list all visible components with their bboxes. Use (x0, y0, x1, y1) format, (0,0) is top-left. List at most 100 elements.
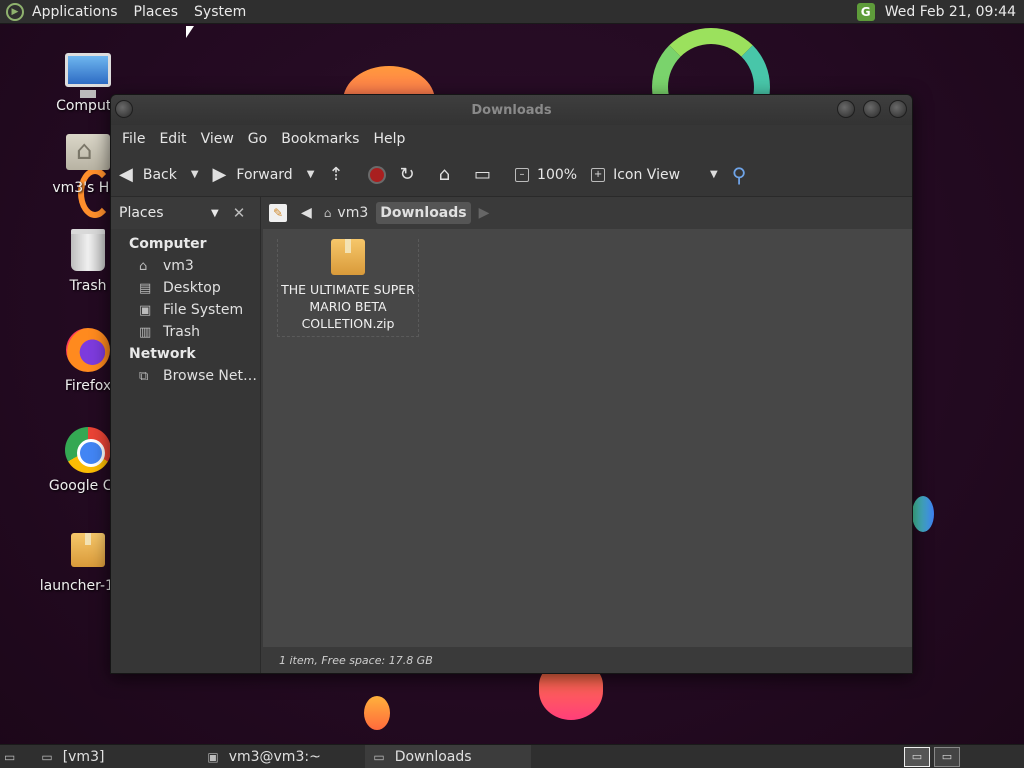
search-icon: ⚲ (731, 162, 747, 187)
window-menu-button[interactable] (115, 100, 133, 118)
forward-label: Forward (236, 166, 293, 183)
show-desktop-button[interactable]: ▭ (0, 745, 33, 768)
toolbar: ◀ Back ▼ ▶ Forward ▼ ⇡ ↻ ⌂ ▭ – 100% + Ic… (111, 153, 912, 197)
drive-icon: ▣ (139, 302, 152, 318)
trash-icon: ▥ (139, 324, 152, 340)
sidebar-item-label: Desktop (163, 280, 221, 296)
up-arrow-icon: ⇡ (328, 164, 344, 185)
view-mode-select[interactable]: + Icon View ▼ (591, 167, 718, 183)
maximize-button[interactable] (863, 100, 881, 118)
file-name-line: MARIO BETA (309, 299, 387, 314)
taskbar-item-terminal[interactable]: ▣ vm3@vm3:~ (199, 745, 365, 768)
stop-icon (367, 165, 386, 184)
reload-icon: ↻ (399, 164, 415, 185)
status-text: 1 item, Free space: 17.8 GB (279, 653, 433, 667)
menu-logo-icon[interactable]: ▶ (6, 2, 24, 21)
zoom-control: – 100% (515, 167, 577, 183)
computer-icon: ▭ (474, 164, 492, 185)
wallpaper-shape (364, 696, 390, 730)
menu-help[interactable]: Help (366, 131, 412, 147)
chevron-down-icon: ▼ (211, 207, 219, 219)
taskbar-item-label: vm3@vm3:~ (228, 748, 321, 765)
sidebar-item-label: Trash (163, 324, 200, 340)
applications-menu[interactable]: Applications (24, 4, 126, 20)
sidebar-heading-computer: Computer (129, 236, 207, 252)
back-history-dropdown-icon[interactable]: ▼ (191, 169, 199, 180)
bottom-panel: ▭ ▭ [vm3] ▣ vm3@vm3:~ ▭ Downloads ▭ ▭ (0, 744, 1024, 768)
workspace-1[interactable]: ▭ (904, 746, 930, 767)
zoom-level[interactable]: 100% (537, 167, 577, 183)
system-menu[interactable]: System (186, 4, 254, 20)
show-desktop-icon: ▭ (4, 749, 16, 764)
up-button[interactable]: ⇡ (328, 164, 353, 185)
computer-button[interactable]: ▭ (474, 164, 501, 185)
top-panel: ▶ Applications Places System G Wed Feb 2… (0, 0, 1024, 24)
back-button[interactable]: ◀ Back ▼ (119, 164, 199, 185)
places-sidebar: Computer ⌂ vm3 ▤ Desktop ▣ File System ▥… (111, 229, 261, 673)
reload-button[interactable]: ↻ (400, 164, 425, 185)
workspace-switcher: ▭ ▭ (900, 746, 1024, 767)
search-button[interactable]: ⚲ (732, 163, 747, 187)
trash-icon (64, 226, 112, 274)
file-item[interactable]: THE ULTIMATE SUPER MARIO BETA COLLETION.… (277, 239, 419, 337)
home-icon: ⌂ (323, 206, 332, 220)
panel-right: G Wed Feb 21, 09:44 (856, 2, 1024, 21)
package-icon (64, 526, 112, 574)
forward-history-dropdown-icon[interactable]: ▼ (307, 169, 315, 180)
file-name-line: THE ULTIMATE SUPER (281, 282, 415, 297)
sidebar-item-label: Browse Net… (163, 368, 258, 384)
places-menu[interactable]: Places (126, 4, 187, 20)
chevron-down-icon: ▼ (710, 169, 718, 180)
window-title: Downloads (471, 102, 552, 118)
path-scroll-left-icon[interactable]: ◀ (297, 202, 316, 224)
path-button-vm3[interactable]: ⌂ vm3 (320, 202, 372, 224)
file-name-line: COLLETION.zip (301, 316, 395, 331)
file-view[interactable]: THE ULTIMATE SUPER MARIO BETA COLLETION.… (263, 229, 912, 647)
view-mode-label: Icon View (613, 166, 681, 183)
menu-bookmarks[interactable]: Bookmarks (274, 131, 366, 147)
sidebar-item-trash[interactable]: ▥ Trash (111, 321, 260, 343)
menu-file[interactable]: File (115, 131, 152, 147)
status-bar: 1 item, Free space: 17.8 GB (263, 647, 912, 673)
menu-edit[interactable]: Edit (152, 131, 193, 147)
path-label: vm3 (337, 205, 369, 221)
location-row: Places ▼ ✕ ✎ ◀ ⌂ vm3 Downloads ▶ (111, 197, 912, 229)
stop-button[interactable] (367, 165, 386, 184)
taskbar-item-label: Downloads (394, 748, 472, 765)
sidebar-item-vm3[interactable]: ⌂ vm3 (111, 255, 260, 277)
menu-go[interactable]: Go (241, 131, 274, 147)
path-button-downloads[interactable]: Downloads (376, 202, 471, 224)
sidebar-item-browse-network[interactable]: ⧉ Browse Net… (111, 365, 260, 387)
close-sidebar-icon[interactable]: ✕ (233, 204, 246, 222)
zoom-in-icon[interactable]: + (591, 167, 606, 182)
window-titlebar[interactable]: Downloads (111, 95, 912, 125)
menu-view[interactable]: View (194, 131, 241, 147)
sidebar-item-desktop[interactable]: ▤ Desktop (111, 277, 260, 299)
taskbar-item-label: [vm3] (62, 748, 105, 765)
path-scroll-right-icon[interactable]: ▶ (475, 202, 494, 224)
places-selector[interactable]: Places ▼ ✕ (111, 197, 261, 229)
workspace-2[interactable]: ▭ (934, 746, 960, 767)
forward-button[interactable]: ▶ Forward ▼ (213, 164, 315, 185)
computer-icon (64, 46, 112, 98)
sidebar-item-label: vm3 (163, 258, 194, 274)
taskbar-item-downloads[interactable]: ▭ Downloads (365, 744, 532, 768)
sidebar-item-label: File System (163, 302, 244, 318)
close-button[interactable] (889, 100, 907, 118)
clock[interactable]: Wed Feb 21, 09:44 (885, 4, 1016, 20)
back-arrow-icon: ◀ (119, 164, 133, 185)
back-label: Back (142, 166, 177, 183)
home-folder-icon (64, 128, 112, 176)
menubar: File Edit View Go Bookmarks Help (111, 125, 912, 153)
taskbar-item-home[interactable]: ▭ [vm3] (33, 745, 199, 768)
folder-icon: ▭ (373, 749, 385, 764)
zoom-out-icon[interactable]: – (515, 167, 530, 182)
desktop-folder-icon: ▤ (139, 280, 152, 296)
minimize-button[interactable] (837, 100, 855, 118)
path-bar: ✎ ◀ ⌂ vm3 Downloads ▶ (261, 197, 912, 229)
update-manager-icon[interactable]: G (856, 2, 875, 21)
home-button[interactable]: ⌂ (439, 164, 460, 185)
sidebar-item-file-system[interactable]: ▣ File System (111, 299, 260, 321)
edit-location-icon[interactable]: ✎ (269, 204, 287, 222)
mouse-pointer-icon (186, 26, 194, 38)
